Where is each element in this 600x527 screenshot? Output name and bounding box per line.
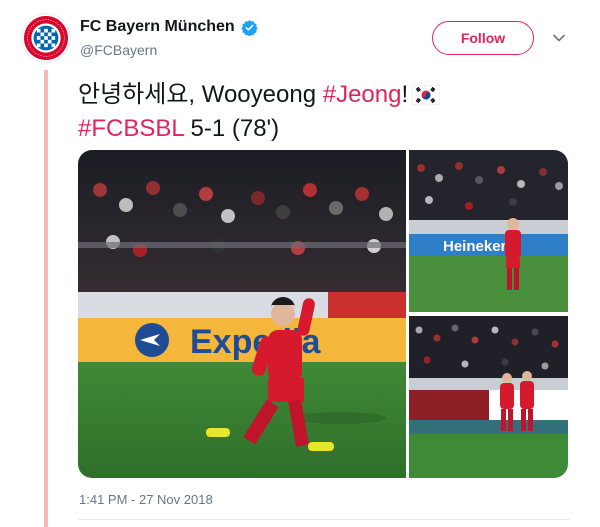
hashtag-jeong[interactable]: #Jeong xyxy=(323,81,402,108)
chevron-down-icon[interactable] xyxy=(551,30,567,46)
sponsor-board-text: Heineken xyxy=(443,238,510,255)
tweet-text: 안녕하세요, Wooyeong #Jeong! #FCBSBL 5-1 (78'… xyxy=(78,78,558,146)
photo-player-running[interactable]: Expedia xyxy=(78,150,406,478)
thread-line xyxy=(44,70,48,527)
tweet-greeting-text: 안녕하세요, Wooyeong xyxy=(78,81,323,108)
divider xyxy=(78,519,570,520)
media-grid: Expedia Heineken xyxy=(78,150,568,478)
bayern-logo-icon xyxy=(24,16,68,60)
follow-button[interactable]: Follow xyxy=(432,21,534,55)
tweet-exclamation: ! xyxy=(401,81,409,108)
tweet-line-2: #FCBSBL 5-1 (78') xyxy=(78,112,558,146)
avatar[interactable] xyxy=(22,14,70,62)
account-handle[interactable]: @FCBayern xyxy=(80,42,157,58)
south-korea-flag-icon xyxy=(412,85,441,105)
account-name-row[interactable]: FC Bayern München xyxy=(80,18,258,36)
photo-players-celebrating[interactable] xyxy=(409,316,568,478)
tweet-timestamp[interactable]: 1:41 PM - 27 Nov 2018 xyxy=(79,492,213,507)
display-name[interactable]: FC Bayern München xyxy=(80,18,235,36)
tweet-line-1: 안녕하세요, Wooyeong #Jeong! xyxy=(78,78,558,112)
hashtag-fcbsbl[interactable]: #FCBSBL xyxy=(78,115,184,142)
photo-player-standing[interactable]: Heineken xyxy=(409,150,568,312)
verified-badge-icon xyxy=(241,19,258,36)
tweet-score-text: 5-1 (78') xyxy=(183,115,280,142)
